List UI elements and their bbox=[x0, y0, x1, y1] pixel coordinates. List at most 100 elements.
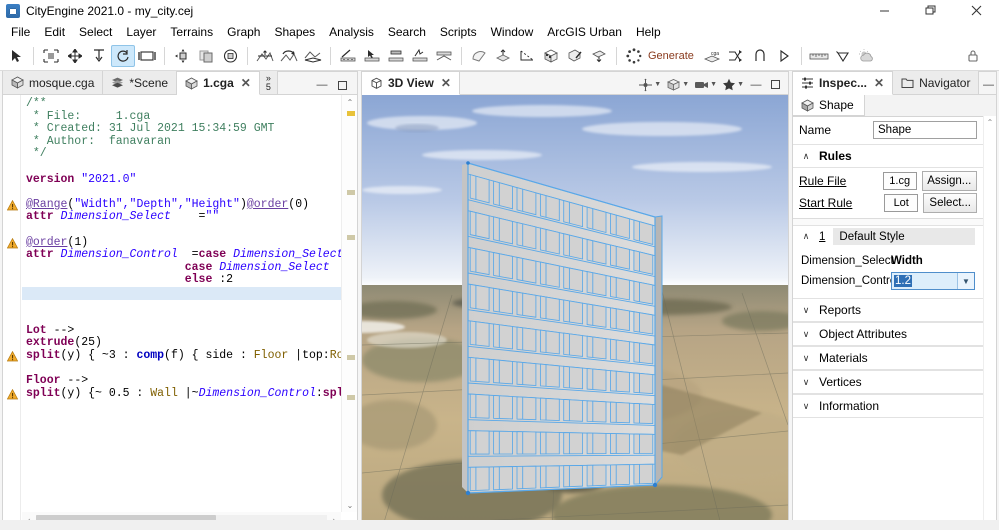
chevron-down-icon[interactable]: ▼ bbox=[957, 273, 974, 289]
tab-navigator[interactable]: Navigator bbox=[893, 71, 980, 94]
menu-edit[interactable]: Edit bbox=[37, 23, 72, 41]
shuffle-seed-tool[interactable] bbox=[724, 45, 748, 67]
section-header-information[interactable]: ∨ Information bbox=[793, 394, 983, 418]
warning-icon[interactable] bbox=[6, 199, 19, 211]
chevron-down-icon[interactable]: ▼ bbox=[710, 81, 717, 88]
start-rule-value[interactable]: Lot bbox=[884, 194, 919, 212]
editor-tab-1-cga[interactable]: 1.cga ✕ bbox=[177, 72, 260, 95]
close-icon[interactable]: ✕ bbox=[241, 76, 251, 90]
annotation-marker[interactable] bbox=[347, 395, 355, 400]
duplicate-tool[interactable] bbox=[194, 45, 218, 67]
scroll-up-icon[interactable]: ⌃ bbox=[984, 116, 996, 127]
paint-tool[interactable] bbox=[563, 45, 587, 67]
align-shape-tool[interactable] bbox=[587, 45, 611, 67]
start-rule-label[interactable]: Start Rule bbox=[799, 196, 879, 210]
inspector-subtab-shape[interactable]: Shape bbox=[793, 95, 865, 116]
maximize-restore-button[interactable] bbox=[907, 0, 953, 22]
style-index[interactable]: 1 bbox=[819, 231, 825, 243]
dimension-control-combobox[interactable]: 1.2 ▼ bbox=[891, 272, 975, 290]
sun-cloud-tool[interactable] bbox=[855, 45, 879, 67]
camera-button[interactable]: ▼ bbox=[692, 75, 719, 94]
generate-button[interactable]: Generate bbox=[646, 50, 700, 62]
menu-scripts[interactable]: Scripts bbox=[433, 23, 484, 41]
menu-select[interactable]: Select bbox=[72, 23, 119, 41]
inspector-minimize-button[interactable]: — bbox=[979, 76, 997, 94]
select-tool[interactable] bbox=[4, 45, 28, 67]
measure-distance-tool[interactable] bbox=[515, 45, 539, 67]
menu-window[interactable]: Window bbox=[484, 23, 541, 41]
view-minimize-button[interactable]: — bbox=[747, 76, 765, 94]
menu-search[interactable]: Search bbox=[381, 23, 433, 41]
editor-vertical-scrollbar[interactable]: ⌃ ⌄ bbox=[341, 95, 357, 512]
select-rectangle-tool[interactable] bbox=[39, 45, 63, 67]
warning-icon[interactable] bbox=[6, 350, 19, 362]
attribute-value[interactable]: Width bbox=[891, 255, 923, 267]
display-mode-button[interactable]: ▼ bbox=[664, 75, 691, 94]
tab-inspector[interactable]: Inspec... ✕ bbox=[793, 72, 894, 95]
section-header-reports[interactable]: ∨ Reports bbox=[793, 298, 983, 322]
combo-value[interactable]: 1.2 bbox=[894, 275, 912, 287]
polygonal-shape-tool[interactable] bbox=[467, 45, 491, 67]
play-tool[interactable] bbox=[772, 45, 796, 67]
annotation-marker[interactable] bbox=[347, 235, 355, 240]
scene-render[interactable] bbox=[362, 95, 788, 528]
generate-icon[interactable] bbox=[622, 45, 646, 67]
warning-icon[interactable] bbox=[6, 237, 19, 249]
assign-rule-button[interactable]: Assign... bbox=[921, 171, 977, 191]
close-icon[interactable]: ✕ bbox=[441, 76, 451, 90]
rule-file-label[interactable]: Rule File bbox=[799, 174, 878, 188]
terrain-align-tool[interactable] bbox=[301, 45, 325, 67]
visibility-tool[interactable] bbox=[831, 45, 855, 67]
undo-tool[interactable] bbox=[748, 45, 772, 67]
scroll-down-icon[interactable]: ⌄ bbox=[342, 498, 357, 512]
ruler-tool[interactable] bbox=[807, 45, 831, 67]
menu-shapes[interactable]: Shapes bbox=[267, 23, 322, 41]
menu-help[interactable]: Help bbox=[629, 23, 668, 41]
menu-arcgis-urban[interactable]: ArcGIS Urban bbox=[540, 23, 629, 41]
menu-layer[interactable]: Layer bbox=[119, 23, 163, 41]
chevron-down-icon[interactable]: ▼ bbox=[737, 81, 744, 88]
move-tool[interactable] bbox=[63, 45, 87, 67]
cga-rule-tool[interactable]: cga bbox=[700, 45, 724, 67]
move-model-tool[interactable] bbox=[170, 45, 194, 67]
street-modify-tool[interactable] bbox=[384, 45, 408, 67]
scale-tool[interactable] bbox=[87, 45, 111, 67]
annotation-marker[interactable] bbox=[347, 190, 355, 195]
editor-tab-overflow[interactable]: » 5 bbox=[259, 71, 278, 94]
shape-name-input[interactable]: Shape bbox=[873, 121, 977, 139]
code-editor-area[interactable]: /** * File: 1.cga * Created: 31 Jul 2021… bbox=[3, 95, 357, 528]
section-header-object-attributes[interactable]: ∨ Object Attributes bbox=[793, 322, 983, 346]
section-header-rules[interactable]: ∧ Rules bbox=[793, 144, 983, 168]
tab-3d-view[interactable]: 3D View ✕ bbox=[362, 72, 460, 95]
extrude-shape-tool[interactable] bbox=[491, 45, 515, 67]
minimize-button[interactable] bbox=[861, 0, 907, 22]
bookmarks-button[interactable]: ▼ bbox=[720, 75, 746, 94]
scroll-up-icon[interactable]: ⌃ bbox=[342, 95, 357, 109]
select-rule-button[interactable]: Select... bbox=[923, 193, 977, 213]
inspector-scrollbar[interactable]: ⌃ bbox=[983, 116, 996, 528]
rule-file-value[interactable]: 1.cg bbox=[882, 172, 917, 190]
annotation-marker[interactable] bbox=[347, 111, 355, 116]
street-select-tool[interactable] bbox=[360, 45, 384, 67]
combo-value-wrap[interactable]: 1.2 bbox=[892, 273, 957, 289]
measure-tool[interactable] bbox=[135, 45, 159, 67]
menu-terrains[interactable]: Terrains bbox=[163, 23, 220, 41]
section-header-vertices[interactable]: ∨ Vertices bbox=[793, 370, 983, 394]
editor-tab-scene[interactable]: *Scene bbox=[103, 71, 178, 94]
close-icon[interactable]: ✕ bbox=[874, 76, 884, 90]
annotation-marker[interactable] bbox=[347, 355, 355, 360]
menu-analysis[interactable]: Analysis bbox=[322, 23, 381, 41]
street-create-tool[interactable] bbox=[336, 45, 360, 67]
menu-graph[interactable]: Graph bbox=[220, 23, 267, 41]
terrain-flatten-tool[interactable] bbox=[277, 45, 301, 67]
3d-viewport[interactable] bbox=[362, 95, 788, 528]
navigation-mode-button[interactable]: ▼ bbox=[636, 75, 663, 94]
terrain-edit-tool[interactable] bbox=[253, 45, 277, 67]
view-maximize-button[interactable] bbox=[766, 76, 784, 94]
texture-tool[interactable] bbox=[539, 45, 563, 67]
code-text[interactable]: /** * File: 1.cga * Created: 31 Jul 2021… bbox=[22, 95, 341, 512]
editor-minimize-button[interactable]: — bbox=[313, 76, 331, 94]
lock-tool[interactable] bbox=[961, 45, 985, 67]
editor-tab-mosque-cga[interactable]: mosque.cga bbox=[3, 71, 104, 94]
street-grow-tool[interactable] bbox=[408, 45, 432, 67]
